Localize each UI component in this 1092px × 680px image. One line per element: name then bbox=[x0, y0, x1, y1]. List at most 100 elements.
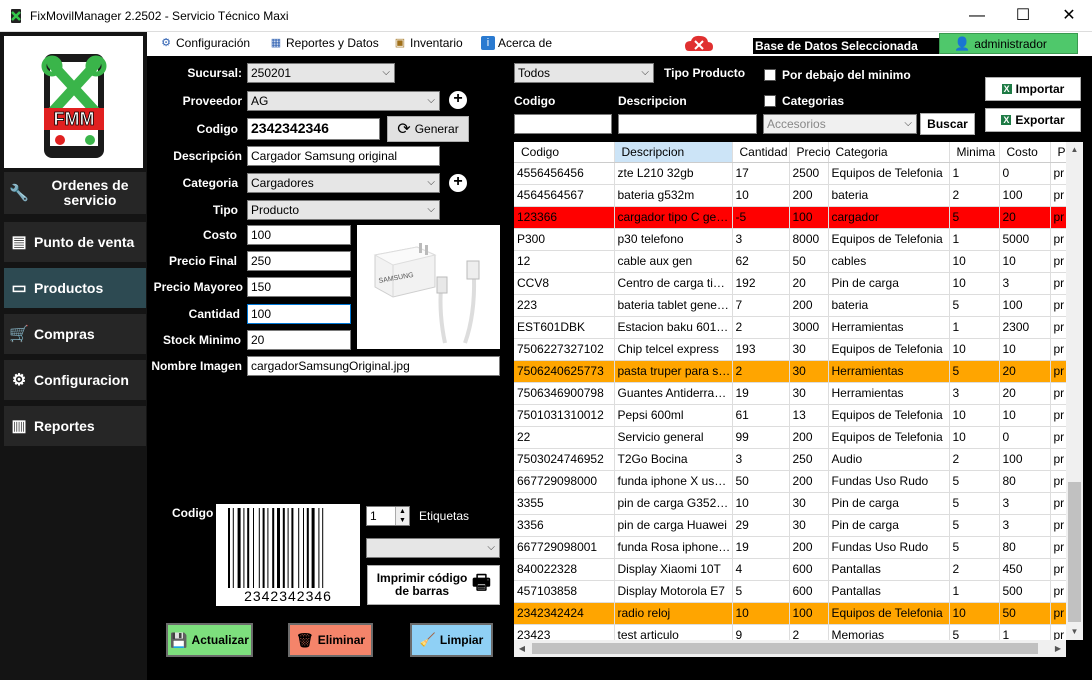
table-cell[interactable]: pr bbox=[1050, 162, 1066, 185]
table-cell[interactable]: cargador bbox=[828, 206, 950, 229]
table-row[interactable]: 7506346900798Guantes Antiderrapantes1930… bbox=[514, 382, 1066, 405]
table-row[interactable]: 667729098000funda iphone X uso rudo50200… bbox=[514, 470, 1066, 493]
table-cell[interactable]: EST601DBK bbox=[514, 316, 615, 339]
table-cell[interactable]: Chip telcel express bbox=[614, 338, 733, 361]
table-cell[interactable]: 0 bbox=[999, 162, 1051, 185]
table-cell[interactable]: 10 bbox=[949, 338, 1000, 361]
add-proveedor-button[interactable]: + bbox=[448, 90, 468, 110]
product-image[interactable]: SAMSUNG bbox=[357, 225, 500, 349]
table-cell[interactable]: 7506240625773 bbox=[514, 360, 615, 383]
table-cell[interactable]: bateria g532m bbox=[614, 184, 733, 207]
close-button[interactable]: ✕ bbox=[1046, 0, 1092, 32]
table-row[interactable]: 840022328 Display Xiaomi 10T 4 600 Pantallas… bbox=[514, 558, 1066, 581]
table-cell[interactable]: Equipos de Telefonia bbox=[828, 338, 950, 361]
table-cell[interactable]: T2Go Bocina bbox=[614, 448, 733, 471]
scroll-down-icon[interactable]: ▼ bbox=[1068, 624, 1081, 640]
table-cell[interactable]: pr bbox=[1050, 382, 1066, 405]
codigo-input[interactable]: 2342342346 bbox=[247, 118, 380, 140]
table-row[interactable]: 12 cable aux gen 62 50 cables 10 10 pr bbox=[514, 250, 1066, 273]
table-cell[interactable]: Guantes Antiderrapantes bbox=[614, 382, 733, 405]
table-cell[interactable]: 29 bbox=[732, 514, 790, 537]
table-cell[interactable]: 200 bbox=[789, 470, 829, 493]
table-cell[interactable]: 4564564567 bbox=[514, 184, 615, 207]
etiquetas-qty-input[interactable]: 1 ▲ ▼ bbox=[366, 506, 410, 526]
table-row[interactable]: 7506240625773pasta truper para soldar230… bbox=[514, 360, 1066, 383]
table-cell[interactable]: 3 bbox=[999, 514, 1051, 537]
table-cell[interactable]: p30 telefono bbox=[614, 228, 733, 251]
column-header[interactable]: Categoria bbox=[828, 142, 950, 163]
disconnect-icon[interactable] bbox=[683, 33, 715, 55]
table-cell[interactable]: Pantallas bbox=[828, 558, 950, 581]
table-cell[interactable]: pr bbox=[1050, 448, 1066, 471]
table-cell[interactable]: pr bbox=[1050, 536, 1066, 559]
table-cell[interactable]: Equipos de Telefonia bbox=[828, 228, 950, 251]
table-cell[interactable]: 20 bbox=[999, 382, 1051, 405]
table-cell[interactable]: 3 bbox=[999, 272, 1051, 295]
table-cell[interactable]: radio reloj bbox=[614, 602, 733, 625]
table-cell[interactable]: 4556456456 bbox=[514, 162, 615, 185]
table-cell[interactable]: 600 bbox=[789, 580, 829, 603]
table-cell[interactable]: 20 bbox=[999, 360, 1051, 383]
table-cell[interactable]: 7501031310012 bbox=[514, 404, 615, 427]
table-cell[interactable]: 1 bbox=[949, 580, 1000, 603]
table-cell[interactable]: Herramientas bbox=[828, 360, 950, 383]
tipo-filter-select[interactable]: Todos ⌵ bbox=[514, 63, 654, 83]
products-table[interactable]: Codigo Descripcion Cantidad Precio Categoria… bbox=[514, 142, 1066, 640]
table-cell[interactable]: 1 bbox=[999, 624, 1051, 640]
table-cell[interactable]: 250 bbox=[789, 448, 829, 471]
table-cell[interactable]: Display Motorola E7 bbox=[614, 580, 733, 603]
table-cell[interactable]: Equipos de Telefonia bbox=[828, 602, 950, 625]
table-row[interactable]: P300 p30 telefono 3 8000 Equipos de Telefoni… bbox=[514, 228, 1066, 251]
generar-button[interactable]: ⟳ Generar bbox=[387, 116, 469, 142]
table-cell[interactable]: funda Rosa iphone X uso rudo bbox=[614, 536, 733, 559]
categorias-checkbox[interactable] bbox=[764, 95, 776, 107]
table-row[interactable]: 7501031310012 Pepsi 600ml 61 13 Equipos de T… bbox=[514, 404, 1066, 427]
table-cell[interactable]: 5 bbox=[949, 492, 1000, 515]
table-cell[interactable]: Pin de carga bbox=[828, 492, 950, 515]
table-cell[interactable]: 30 bbox=[789, 492, 829, 515]
costo-input[interactable]: 100 bbox=[247, 225, 351, 245]
table-row[interactable]: 7506227327102 Chip telcel express 193 30 Equ… bbox=[514, 338, 1066, 361]
table-cell[interactable]: 20 bbox=[789, 272, 829, 295]
table-cell[interactable]: 500 bbox=[999, 580, 1051, 603]
table-cell[interactable]: 5 bbox=[949, 514, 1000, 537]
table-cell[interactable]: Pantallas bbox=[828, 580, 950, 603]
table-cell[interactable]: 600 bbox=[789, 558, 829, 581]
table-row[interactable]: 667729098001funda Rosa iphone X uso rudo… bbox=[514, 536, 1066, 559]
nav-punto-venta[interactable]: ▤ Punto de venta bbox=[4, 222, 146, 262]
table-row[interactable]: 457103858 Display Motorola E7 5 600 Pantalla… bbox=[514, 580, 1066, 603]
table-cell[interactable]: 10 bbox=[732, 602, 790, 625]
vertical-scrollbar[interactable]: ▲ ▼ bbox=[1066, 142, 1083, 640]
table-cell[interactable]: 200 bbox=[789, 426, 829, 449]
table-cell[interactable]: bateria bbox=[828, 184, 950, 207]
table-row[interactable]: 4564564567 bateria g532m 10 200 bateria 2 100 p… bbox=[514, 184, 1066, 207]
table-cell[interactable]: 667729098001 bbox=[514, 536, 615, 559]
column-header[interactable]: Codigo bbox=[514, 142, 615, 163]
stock-minimo-input[interactable]: 20 bbox=[247, 330, 351, 350]
table-row[interactable]: EST601DBK Estacion baku 601D+... 2 3000 Herr… bbox=[514, 316, 1066, 339]
table-row[interactable]: 223 bateria tablet generica 7 200 bateria 5 10… bbox=[514, 294, 1066, 317]
table-cell[interactable]: 100 bbox=[999, 448, 1051, 471]
table-cell[interactable]: 10 bbox=[949, 272, 1000, 295]
table-cell[interactable]: Display Xiaomi 10T bbox=[614, 558, 733, 581]
table-cell[interactable]: pr bbox=[1050, 184, 1066, 207]
table-cell[interactable]: 3000 bbox=[789, 316, 829, 339]
table-cell[interactable]: Fundas Uso Rudo bbox=[828, 470, 950, 493]
maximize-button[interactable]: ☐ bbox=[1000, 0, 1046, 32]
table-cell[interactable]: test articulo bbox=[614, 624, 733, 640]
table-cell[interactable]: 7506346900798 bbox=[514, 382, 615, 405]
table-cell[interactable]: 19 bbox=[732, 382, 790, 405]
table-cell[interactable]: 5 bbox=[949, 360, 1000, 383]
column-header[interactable]: Descripcion bbox=[614, 142, 733, 163]
table-cell[interactable]: 50 bbox=[999, 602, 1051, 625]
table-cell[interactable]: 10 bbox=[949, 250, 1000, 273]
table-cell[interactable]: 192 bbox=[732, 272, 790, 295]
table-cell[interactable]: Herramientas bbox=[828, 316, 950, 339]
column-header[interactable]: Costo bbox=[999, 142, 1051, 163]
table-cell[interactable]: pr bbox=[1050, 470, 1066, 493]
column-header[interactable]: Cantidad bbox=[732, 142, 790, 163]
table-cell[interactable]: CCV8 bbox=[514, 272, 615, 295]
table-cell[interactable]: pr bbox=[1050, 492, 1066, 515]
categoria-select[interactable]: Cargadores ⌵ bbox=[247, 173, 440, 193]
table-cell[interactable]: 3 bbox=[949, 382, 1000, 405]
